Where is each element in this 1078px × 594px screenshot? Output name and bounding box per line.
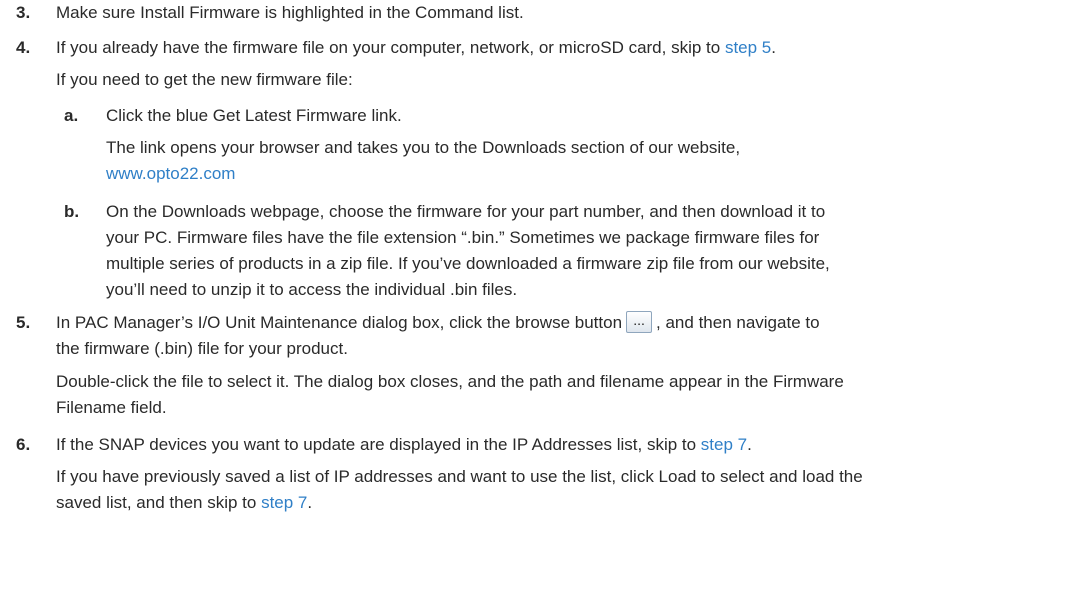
step-7-link[interactable]: step 7 bbox=[261, 493, 307, 512]
step-4-text-post: . bbox=[771, 38, 776, 57]
step-6-line3-pre: saved list, and then skip to bbox=[56, 493, 262, 512]
step-5-line3: Double-click the file to select it. The … bbox=[56, 372, 844, 391]
browse-button[interactable]: ... bbox=[626, 310, 653, 333]
step-6-line1-post: . bbox=[747, 435, 752, 454]
step-5-line1-post: , and then navigate to bbox=[656, 313, 820, 332]
step-number: 5. bbox=[16, 313, 31, 332]
browse-button-label: ... bbox=[633, 311, 645, 328]
substep-b-line4: you’ll need to unzip it to access the in… bbox=[106, 280, 518, 299]
step-number: 4. bbox=[16, 38, 31, 57]
step-4-para2: If you need to get the new firmware file… bbox=[56, 70, 353, 89]
step-6-line3: saved list, and then skip to step 7. bbox=[56, 490, 312, 516]
step-7-link[interactable]: step 7 bbox=[701, 435, 747, 454]
substep-letter: a. bbox=[64, 106, 79, 125]
opto22-website-link[interactable]: www.opto22.com bbox=[106, 161, 235, 187]
step-5-line4: Filename field. bbox=[56, 398, 167, 417]
step-number: 3. bbox=[16, 3, 31, 22]
substep-b-line3: multiple series of products in a zip fil… bbox=[106, 254, 830, 273]
substep-a-line2: The link opens your browser and takes yo… bbox=[106, 138, 741, 157]
step-6-line1-pre: If the SNAP devices you want to update a… bbox=[56, 435, 701, 454]
step-3-text: Make sure Install Firmware is highlighte… bbox=[56, 3, 524, 22]
step-6-line2: If you have previously saved a list of I… bbox=[56, 467, 863, 486]
step-6-line3-post: . bbox=[307, 493, 313, 512]
substep-b-line1: On the Downloads webpage, choose the fir… bbox=[106, 202, 826, 221]
step-5-link[interactable]: step 5 bbox=[725, 38, 771, 57]
step-6-line1: If the SNAP devices you want to update a… bbox=[56, 432, 752, 458]
step-5-line2: the firmware (.bin) file for your produc… bbox=[56, 339, 348, 358]
substep-b-line2: your PC. Firmware files have the file ex… bbox=[106, 228, 820, 247]
step-5-line1-pre: In PAC Manager’s I/O Unit Maintenance di… bbox=[56, 313, 623, 332]
substep-letter: b. bbox=[64, 202, 80, 221]
step-number: 6. bbox=[16, 435, 31, 454]
step-5-line1: In PAC Manager’s I/O Unit Maintenance di… bbox=[56, 310, 820, 336]
step-4-text-pre: If you already have the firmware file on… bbox=[56, 38, 725, 57]
substep-a-line1: Click the blue Get Latest Firmware link. bbox=[106, 106, 402, 125]
step-4-text: If you already have the firmware file on… bbox=[56, 35, 776, 61]
